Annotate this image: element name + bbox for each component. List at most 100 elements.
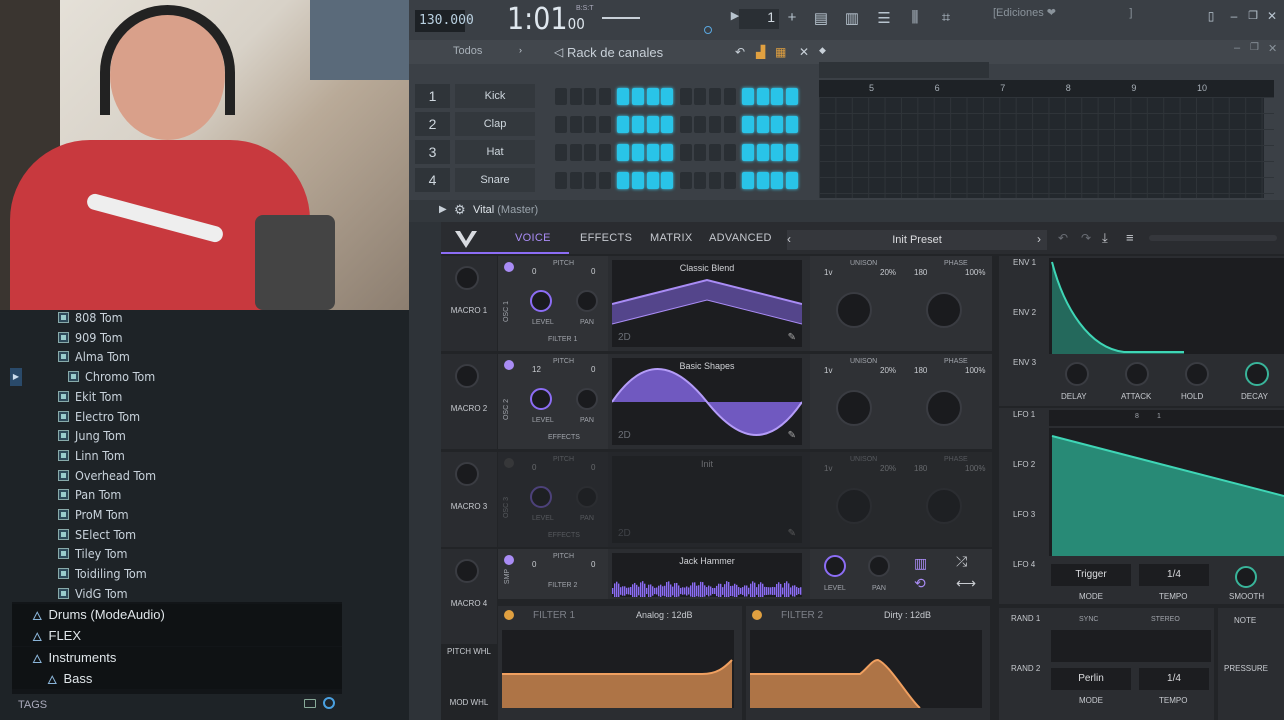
channel-number[interactable]: 4 <box>415 168 450 192</box>
step-button[interactable] <box>679 144 692 161</box>
step-button[interactable] <box>742 144 755 161</box>
channel-name-button[interactable]: Kick <box>455 84 535 108</box>
osc-destination[interactable]: EFFECTS <box>548 434 580 441</box>
phase-knob[interactable] <box>926 292 962 328</box>
sample-display[interactable]: Jack Hammer <box>612 553 802 601</box>
unison-voices[interactable]: 1v <box>824 366 832 375</box>
step-button[interactable] <box>742 172 755 189</box>
step-button[interactable] <box>708 88 721 105</box>
pitch-coarse[interactable]: 0 <box>532 463 536 472</box>
phase-percent[interactable]: 100% <box>965 366 985 375</box>
random-tab[interactable]: RAND 2 <box>1011 664 1059 673</box>
rack-steps-icon[interactable]: ▦ <box>775 45 786 59</box>
random-tempo[interactable]: 1/4 <box>1139 668 1209 690</box>
unison-percent[interactable]: 20% <box>880 268 896 277</box>
step-button[interactable] <box>694 172 707 189</box>
pan-knob[interactable] <box>576 290 598 312</box>
channel-number[interactable]: 1 <box>415 84 450 108</box>
rack-graph-icon[interactable]: ▟ <box>756 45 765 59</box>
minimize-icon[interactable]: – <box>1224 9 1244 29</box>
edit-pencil-icon[interactable]: ✎ <box>788 332 796 343</box>
search-icon[interactable] <box>323 697 335 709</box>
browser-item[interactable]: Linn Tom <box>58 446 125 465</box>
lfo-grid-x[interactable]: 8 <box>1135 413 1139 420</box>
step-button[interactable] <box>679 172 692 189</box>
phase-value[interactable]: 180 <box>914 464 927 473</box>
pitch-coarse[interactable]: 12 <box>532 365 541 374</box>
plugin-picker-icon[interactable]: ⌗ <box>936 9 956 29</box>
step-button[interactable] <box>679 88 692 105</box>
unison-knob[interactable] <box>836 390 872 426</box>
restore-icon[interactable]: ❐ <box>1243 9 1263 29</box>
random-style[interactable]: Perlin <box>1051 668 1131 690</box>
browser-item[interactable]: Ekit Tom <box>58 387 122 406</box>
macro-knob[interactable] <box>455 266 479 290</box>
channel-number[interactable]: 2 <box>415 112 450 136</box>
sampler-pan-knob[interactable] <box>868 555 890 577</box>
step-button[interactable] <box>555 88 567 105</box>
osc-power-toggle[interactable] <box>504 458 514 468</box>
step-button[interactable] <box>661 144 674 161</box>
random-sync[interactable]: SYNC <box>1079 616 1098 623</box>
sampler-level-knob[interactable] <box>824 555 846 577</box>
pitch-fine[interactable]: 0 <box>591 267 595 276</box>
level-knob[interactable] <box>530 388 552 410</box>
osc-destination[interactable]: FILTER 1 <box>548 336 577 343</box>
browser-item[interactable]: Alma Tom <box>58 347 130 366</box>
lfo-tab[interactable]: LFO 4 <box>1013 560 1061 569</box>
gear-icon[interactable]: ⚙ <box>454 202 466 218</box>
step-button[interactable] <box>631 116 644 133</box>
phase-percent[interactable]: 100% <box>965 464 985 473</box>
filter-curve[interactable] <box>750 630 982 708</box>
browser-folder[interactable]: 🜂 Instruments <box>12 647 342 668</box>
rack-filter[interactable]: Todos <box>453 45 482 57</box>
step-button[interactable] <box>598 172 611 189</box>
step-button[interactable] <box>708 172 721 189</box>
step-button[interactable] <box>617 144 630 161</box>
phase-knob[interactable] <box>926 390 962 426</box>
step-button[interactable] <box>584 116 597 133</box>
browser-expand-icon[interactable]: ▶ <box>10 368 22 386</box>
envelope-tab[interactable]: ENV 1 <box>1013 258 1061 267</box>
browser-item[interactable]: Toidiling Tom <box>58 564 147 583</box>
unison-voices[interactable]: 1v <box>824 464 832 473</box>
step-button[interactable] <box>569 172 582 189</box>
envelope-tab[interactable]: ENV 3 <box>1013 358 1061 367</box>
add-pattern-icon[interactable]: + <box>782 9 802 29</box>
browser-item[interactable]: Electro Tom <box>58 407 140 426</box>
browser-folder[interactable]: 🜂 Drums (ModeAudio) <box>12 604 342 625</box>
lfo-tab[interactable]: LFO 2 <box>1013 460 1061 469</box>
lfo-tab[interactable]: LFO 1 <box>1013 410 1061 419</box>
pressure-label[interactable]: PRESSURE <box>1224 664 1268 673</box>
save-icon[interactable]: ⤓ <box>1102 230 1108 246</box>
rack-undo-icon[interactable]: ↶ <box>735 45 745 59</box>
step-button[interactable] <box>785 172 798 189</box>
preset-selector[interactable]: Init Preset <box>787 230 1047 250</box>
loop-icon[interactable]: ⟲ <box>914 575 926 592</box>
view-2d-label[interactable]: 2D <box>618 430 631 441</box>
phase-value[interactable]: 180 <box>914 366 927 375</box>
view-2d-label[interactable]: 2D <box>618 528 631 539</box>
lfo-grid-y[interactable]: 1 <box>1157 413 1161 420</box>
lfo-trigger-mode[interactable]: Trigger <box>1051 564 1131 586</box>
browser-folder[interactable]: 🜂 FLEX <box>12 625 342 646</box>
filter-model[interactable]: Dirty : 12dB <box>884 610 931 620</box>
sampler-pitch-coarse[interactable]: 0 <box>532 560 536 569</box>
random-tab[interactable]: RAND 1 <box>1011 614 1059 623</box>
rack-filter-arrow-icon[interactable]: › <box>519 45 522 55</box>
filter-power-toggle[interactable] <box>504 610 514 620</box>
step-button[interactable] <box>723 172 736 189</box>
step-button[interactable] <box>708 144 721 161</box>
step-button[interactable] <box>584 172 597 189</box>
step-button[interactable] <box>694 144 707 161</box>
keytrack-icon[interactable]: ▥ <box>914 555 927 572</box>
tab-advanced[interactable]: ADVANCED <box>709 232 772 244</box>
unison-voices[interactable]: 1v <box>824 268 832 277</box>
step-button[interactable] <box>723 144 736 161</box>
random-icon[interactable]: ⤮ <box>956 553 967 570</box>
step-button[interactable] <box>617 88 630 105</box>
rack-window-close-icon[interactable]: ✕ <box>1268 42 1277 55</box>
time-slider[interactable] <box>602 17 640 19</box>
step-button[interactable] <box>785 88 798 105</box>
phase-percent[interactable]: 100% <box>965 268 985 277</box>
